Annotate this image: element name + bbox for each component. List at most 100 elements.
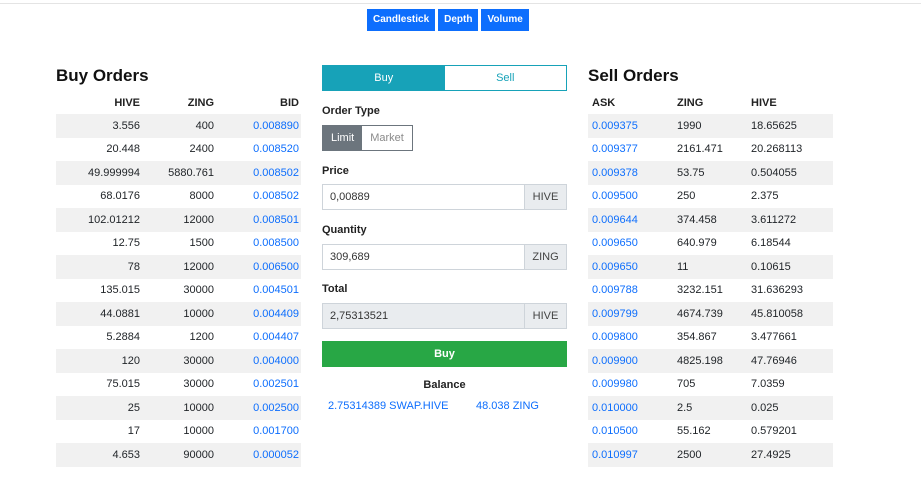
sell-order-cell-ask[interactable]: 0.009644 [588, 208, 673, 232]
buy-submit-button[interactable]: Buy [322, 341, 567, 367]
sell-order-cell-ask[interactable]: 0.009378 [588, 161, 673, 185]
balance-zing[interactable]: 48.038 ZING [476, 400, 539, 412]
buy-order-cell-bid[interactable]: 0.000052 [216, 443, 301, 467]
price-input-group: HIVE [322, 184, 567, 210]
buy-side-button[interactable]: Buy [323, 66, 445, 90]
buy-order-cell-bid[interactable]: 0.008890 [216, 114, 301, 138]
price-input[interactable] [323, 185, 524, 209]
sell-order-row[interactable]: 0.009900 4825.198 47.76946 [588, 349, 833, 373]
buy-order-cell-hive: 78 [56, 255, 142, 279]
buy-order-row[interactable]: 4.653 90000 0.000052 [56, 443, 301, 467]
sell-order-cell-hive: 47.76946 [747, 349, 833, 373]
buy-order-cell-hive: 68.0176 [56, 184, 142, 208]
sell-order-cell-zing: 705 [673, 372, 747, 396]
buy-order-cell-hive: 20.448 [56, 137, 142, 161]
buy-order-cell-bid[interactable]: 0.002500 [216, 396, 301, 420]
sell-order-cell-hive: 0.504055 [747, 161, 833, 185]
buy-order-cell-bid[interactable]: 0.008520 [216, 137, 301, 161]
sell-order-cell-ask[interactable]: 0.009650 [588, 255, 673, 279]
buy-order-row[interactable]: 12.75 1500 0.008500 [56, 231, 301, 255]
price-label: Price [322, 165, 349, 177]
sell-order-cell-hive: 18.65625 [747, 114, 833, 138]
buy-order-row[interactable]: 68.0176 8000 0.008502 [56, 184, 301, 208]
sell-order-cell-hive: 20.268113 [747, 137, 833, 161]
buy-order-cell-bid[interactable]: 0.002501 [216, 372, 301, 396]
sell-order-row[interactable]: 0.009788 3232.151 31.636293 [588, 278, 833, 302]
buy-order-cell-bid[interactable]: 0.004407 [216, 325, 301, 349]
buy-order-cell-hive: 5.2884 [56, 325, 142, 349]
sell-order-row[interactable]: 0.009799 4674.739 45.810058 [588, 302, 833, 326]
buy-order-row[interactable]: 75.015 30000 0.002501 [56, 372, 301, 396]
sell-order-cell-ask[interactable]: 0.009900 [588, 349, 673, 373]
sell-order-row[interactable]: 0.009644 374.458 3.611272 [588, 208, 833, 232]
buy-order-row[interactable]: 102.01212 12000 0.008501 [56, 208, 301, 232]
market-button[interactable]: Market [362, 126, 412, 150]
buy-order-row[interactable]: 120 30000 0.004000 [56, 349, 301, 373]
buy-order-row[interactable]: 5.2884 1200 0.004407 [56, 325, 301, 349]
total-input-group: HIVE [322, 303, 567, 329]
buy-order-cell-bid[interactable]: 0.008500 [216, 231, 301, 255]
chart-tabs: Candlestick Depth Volume [367, 9, 529, 31]
sell-order-cell-hive: 2.375 [747, 184, 833, 208]
sell-order-cell-ask[interactable]: 0.010000 [588, 396, 673, 420]
buy-col-zing: ZING [187, 97, 214, 109]
price-unit: HIVE [524, 185, 566, 209]
quantity-input[interactable] [323, 245, 524, 269]
sell-order-row[interactable]: 0.009980 705 7.0359 [588, 372, 833, 396]
sell-order-cell-ask[interactable]: 0.009377 [588, 137, 673, 161]
tab-volume[interactable]: Volume [481, 9, 529, 31]
buy-order-row[interactable]: 25 10000 0.002500 [56, 396, 301, 420]
buy-order-cell-bid[interactable]: 0.004000 [216, 349, 301, 373]
sell-order-cell-zing: 11 [673, 255, 747, 279]
sell-order-cell-ask[interactable]: 0.010500 [588, 419, 673, 443]
sell-order-row[interactable]: 0.009375 1990 18.65625 [588, 114, 833, 138]
sell-order-cell-ask[interactable]: 0.009800 [588, 325, 673, 349]
buy-order-cell-bid[interactable]: 0.006500 [216, 255, 301, 279]
sell-order-row[interactable]: 0.010000 2.5 0.025 [588, 396, 833, 420]
tab-depth[interactable]: Depth [438, 9, 479, 31]
buy-order-cell-bid[interactable]: 0.008501 [216, 208, 301, 232]
buy-order-cell-zing: 30000 [142, 372, 216, 396]
sell-order-cell-hive: 27.4925 [747, 443, 833, 467]
buy-order-row[interactable]: 49.999994 5880.761 0.008502 [56, 161, 301, 185]
buy-orders-title: Buy Orders [56, 66, 149, 85]
buy-order-cell-zing: 10000 [142, 396, 216, 420]
sell-order-row[interactable]: 0.010997 2500 27.4925 [588, 443, 833, 467]
buy-order-cell-zing: 8000 [142, 184, 216, 208]
balance-swap-hive[interactable]: 2.75314389 SWAP.HIVE [328, 400, 448, 412]
sell-order-cell-zing: 4825.198 [673, 349, 747, 373]
sell-order-cell-ask[interactable]: 0.009500 [588, 184, 673, 208]
buy-order-row[interactable]: 3.556 400 0.008890 [56, 114, 301, 138]
buy-order-cell-bid[interactable]: 0.008502 [216, 161, 301, 185]
quantity-input-group: ZING [322, 244, 567, 270]
buy-order-row[interactable]: 17 10000 0.001700 [56, 419, 301, 443]
sell-side-button[interactable]: Sell [444, 66, 566, 90]
sell-order-row[interactable]: 0.009377 2161.471 20.268113 [588, 137, 833, 161]
buy-order-cell-bid[interactable]: 0.001700 [216, 419, 301, 443]
sell-order-row[interactable]: 0.009650 11 0.10615 [588, 255, 833, 279]
buy-order-row[interactable]: 78 12000 0.006500 [56, 255, 301, 279]
sell-order-row[interactable]: 0.010500 55.162 0.579201 [588, 419, 833, 443]
sell-order-cell-ask[interactable]: 0.009788 [588, 278, 673, 302]
sell-order-row[interactable]: 0.009378 53.75 0.504055 [588, 161, 833, 185]
buy-order-cell-zing: 10000 [142, 419, 216, 443]
buy-order-cell-bid[interactable]: 0.008502 [216, 184, 301, 208]
sell-order-row[interactable]: 0.009800 354.867 3.477661 [588, 325, 833, 349]
sell-order-cell-hive: 31.636293 [747, 278, 833, 302]
sell-order-cell-ask[interactable]: 0.009799 [588, 302, 673, 326]
buy-order-row[interactable]: 20.448 2400 0.008520 [56, 137, 301, 161]
sell-order-row[interactable]: 0.009650 640.979 6.18544 [588, 231, 833, 255]
sell-order-cell-ask[interactable]: 0.009375 [588, 114, 673, 138]
sell-order-row[interactable]: 0.009500 250 2.375 [588, 184, 833, 208]
buy-order-row[interactable]: 44.0881 10000 0.004409 [56, 302, 301, 326]
sell-order-cell-ask[interactable]: 0.009980 [588, 372, 673, 396]
tab-candlestick[interactable]: Candlestick [367, 9, 436, 31]
buy-order-cell-bid[interactable]: 0.004501 [216, 278, 301, 302]
sell-order-cell-zing: 374.458 [673, 208, 747, 232]
buy-order-row[interactable]: 135.015 30000 0.004501 [56, 278, 301, 302]
sell-order-cell-ask[interactable]: 0.010997 [588, 443, 673, 467]
buy-order-cell-bid[interactable]: 0.004409 [216, 302, 301, 326]
buy-order-cell-zing: 30000 [142, 278, 216, 302]
sell-order-cell-ask[interactable]: 0.009650 [588, 231, 673, 255]
limit-button[interactable]: Limit [323, 126, 363, 150]
